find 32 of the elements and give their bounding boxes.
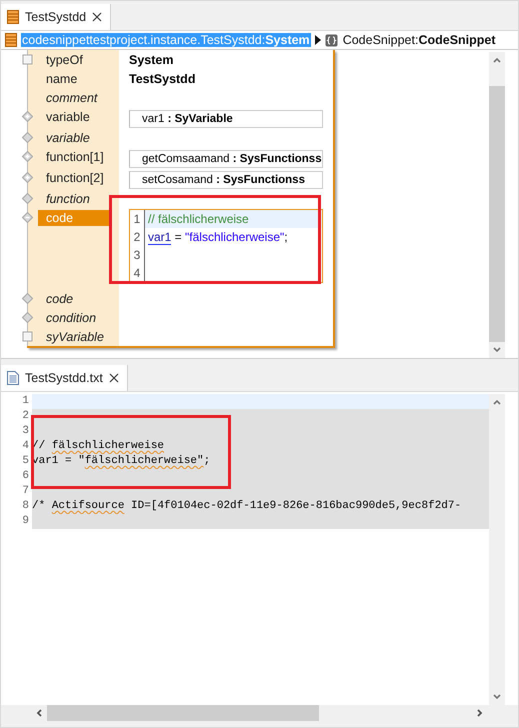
expand-icon[interactable] [22,172,33,183]
table-icon [7,10,19,24]
braces-icon [324,34,338,46]
close-icon[interactable] [108,373,119,383]
breadcrumb-item[interactable]: CodeSnippet:CodeSnippet [342,33,497,47]
property-value: System [129,53,174,67]
square-icon [22,331,33,342]
reference-field[interactable]: setCosamand : SysFunctionss [129,171,323,189]
code-editor[interactable]: 1 // fälschlicherweise 2 var1 = "fälschlicherweise"; 3 4 [129,209,323,283]
separator-icon [314,35,321,45]
file-tab[interactable]: TestSystdd.txt [1,365,128,391]
diamond-icon [22,132,33,143]
table-icon [5,33,17,47]
reference-field[interactable]: var1 : SyVariable [129,110,323,128]
scrollbar-thumb[interactable] [47,705,319,721]
line-number: 3 [130,246,145,264]
line-number: 4 [130,264,145,282]
square-icon [22,54,33,65]
diamond-icon [22,312,33,323]
diamond-icon [22,193,33,204]
reference-field[interactable]: getComsaamand : SysFunctionss [129,150,323,168]
line-number: 2 [130,228,145,246]
diamond-icon [22,293,33,304]
expand-icon[interactable] [22,111,33,122]
text-file-icon [7,371,19,385]
scrollbar-thumb[interactable] [489,86,505,342]
collapse-icon[interactable] [22,212,33,223]
code-line: var1 = "fälschlicherweise"; [147,229,289,246]
close-icon[interactable] [92,12,102,22]
expand-icon[interactable] [22,151,33,162]
property-value: TestSystdd [129,72,196,86]
editor-tab[interactable]: TestSystdd [1,4,112,30]
